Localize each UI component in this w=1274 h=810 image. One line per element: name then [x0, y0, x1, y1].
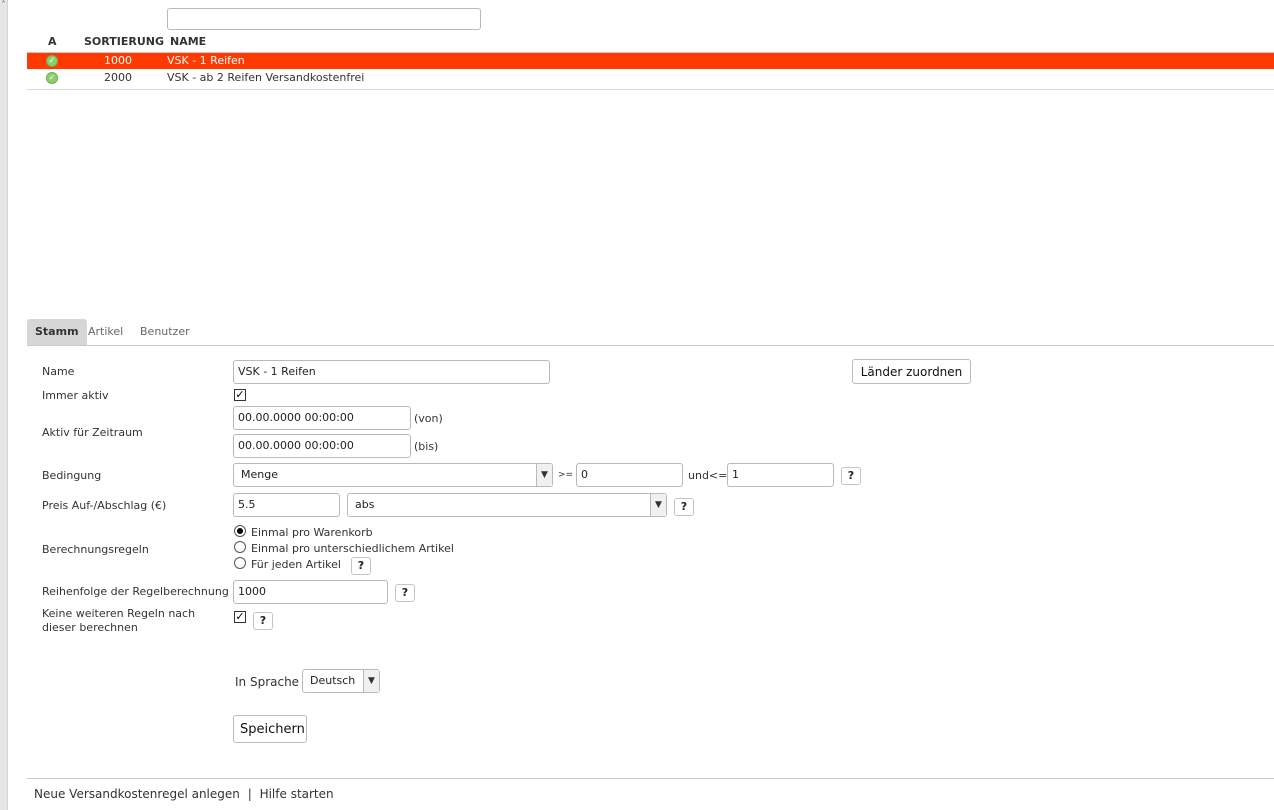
name-filter-input[interactable] [167, 8, 481, 30]
calc-radio-each-article[interactable] [234, 557, 246, 569]
name-input[interactable]: VSK - 1 Reifen [233, 360, 550, 384]
condition-label: Bedingung [42, 469, 102, 482]
footer-divider [27, 778, 1274, 779]
price-type-select[interactable]: abs ▼ [347, 493, 667, 517]
always-active-label: Immer aktiv [42, 389, 109, 402]
tab-stamm[interactable]: Stamm [27, 319, 87, 345]
tab-artikel[interactable]: Artikel [88, 319, 123, 345]
chevron-down-icon: ▼ [650, 494, 666, 516]
chevron-down-icon: ▼ [363, 670, 379, 692]
header-name[interactable]: NAME [170, 35, 206, 48]
table-row[interactable]: ✓ 1000 VSK - 1 Reifen [27, 53, 1274, 69]
calc-option-label: Einmal pro Warenkorb [251, 526, 373, 539]
tabs-divider [27, 345, 1274, 346]
language-value: Deutsch [310, 674, 356, 687]
no-more-rules-help-button[interactable]: ? [253, 612, 273, 630]
no-more-rules-label-line1: Keine weiteren Regeln nach [42, 607, 196, 620]
assign-countries-button[interactable]: Länder zuordnen [852, 359, 971, 384]
help-link[interactable]: Hilfe starten [260, 787, 334, 801]
no-more-rules-label-line2: dieser berechnen [42, 621, 138, 634]
no-more-rules-checkbox[interactable]: ✓ [234, 611, 246, 623]
list-header: A SORTIERUNG NAME [27, 35, 1274, 51]
active-check-icon: ✓ [46, 72, 58, 84]
price-label: Preis Auf-/Abschlag (€) [42, 499, 167, 512]
header-active[interactable]: A [48, 35, 57, 48]
ge-input[interactable]: 0 [576, 463, 683, 487]
row-name: VSK - ab 2 Reifen Versandkostenfrei [167, 71, 365, 84]
calc-label: Berechnungsregeln [42, 543, 149, 556]
name-label: Name [42, 365, 75, 378]
order-input[interactable]: 1000 [233, 580, 388, 604]
tab-benutzer[interactable]: Benutzer [140, 319, 190, 345]
period-label: Aktiv für Zeitraum [42, 426, 143, 439]
condition-help-button[interactable]: ? [841, 467, 861, 485]
condition-value: Menge [241, 468, 278, 481]
row-name: VSK - 1 Reifen [167, 54, 245, 67]
to-date-input[interactable]: 00.00.0000 00:00:00 [233, 434, 411, 458]
calc-radio-per-article[interactable] [234, 541, 246, 553]
save-button[interactable]: Speichern [233, 715, 307, 743]
calc-option-label: Einmal pro unterschiedlichem Artikel [251, 542, 454, 555]
calc-radio-per-cart[interactable] [234, 525, 246, 537]
order-help-button[interactable]: ? [395, 584, 415, 602]
left-scrollbar[interactable]: ˄ [0, 0, 8, 810]
footer-separator: | [247, 787, 252, 801]
row-sort: 2000 [104, 71, 132, 84]
always-active-checkbox[interactable]: ✓ [234, 389, 246, 401]
ge-label: >= [558, 470, 574, 480]
price-type-value: abs [355, 498, 375, 511]
from-date-input[interactable]: 00.00.0000 00:00:00 [233, 406, 411, 430]
condition-select[interactable]: Menge ▼ [233, 463, 553, 487]
new-rule-link[interactable]: Neue Versandkostenregel anlegen [34, 787, 240, 801]
header-sort[interactable]: SORTIERUNG [84, 35, 164, 48]
language-select[interactable]: Deutsch ▼ [302, 669, 380, 693]
table-row[interactable]: ✓ 2000 VSK - ab 2 Reifen Versandkostenfr… [27, 70, 1274, 86]
price-help-button[interactable]: ? [674, 498, 694, 516]
le-label: und<= [688, 469, 728, 482]
to-suffix: (bis) [414, 440, 439, 453]
list-divider [27, 89, 1274, 90]
scroll-up-icon[interactable]: ˄ [0, 0, 7, 10]
language-label: In Sprache [235, 675, 300, 689]
le-input[interactable]: 1 [727, 463, 834, 487]
order-label: Reihenfolge der Regelberechnung [42, 585, 229, 598]
active-check-icon: ✓ [46, 55, 58, 67]
price-input[interactable]: 5.5 [233, 493, 340, 517]
chevron-down-icon: ▼ [536, 464, 552, 486]
calc-option-label: Für jeden Artikel [251, 558, 341, 571]
from-suffix: (von) [414, 412, 443, 425]
row-sort: 1000 [104, 54, 132, 67]
footer: Neue Versandkostenregel anlegen | Hilfe … [34, 787, 334, 801]
calc-help-button[interactable]: ? [351, 557, 371, 575]
